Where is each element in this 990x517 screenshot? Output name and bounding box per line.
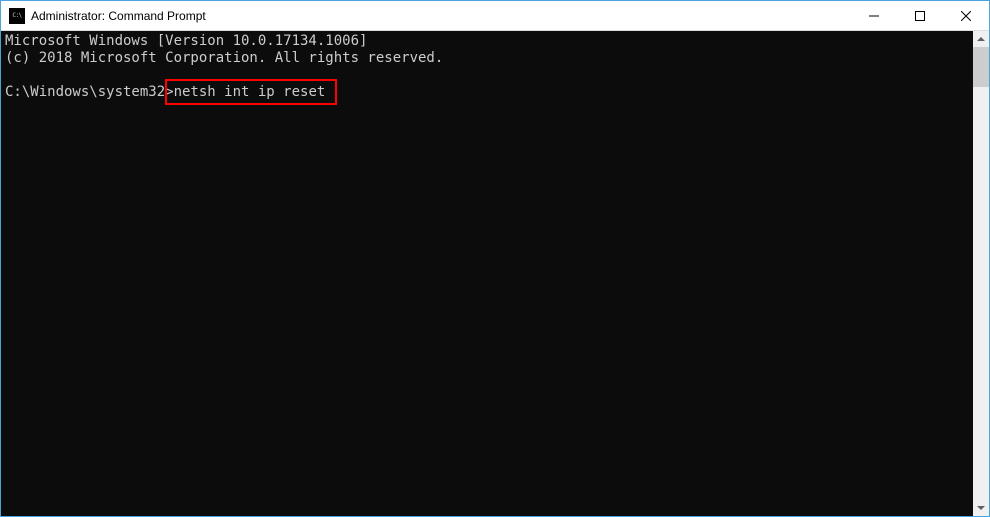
copyright-line: (c) 2018 Microsoft Corporation. All righ… (5, 50, 443, 66)
vertical-scrollbar[interactable] (973, 31, 989, 516)
maximize-button[interactable] (897, 1, 943, 30)
minimize-icon (869, 11, 879, 21)
maximize-icon (915, 11, 925, 21)
console-output[interactable]: Microsoft Windows [Version 10.0.17134.10… (1, 31, 973, 516)
version-line: Microsoft Windows [Version 10.0.17134.10… (5, 33, 367, 49)
minimize-button[interactable] (851, 1, 897, 30)
scroll-thumb[interactable] (973, 47, 989, 87)
chevron-down-icon (977, 506, 985, 510)
typed-command: netsh int ip reset (174, 84, 326, 100)
window-title: Administrator: Command Prompt (31, 9, 851, 23)
window-controls (851, 1, 989, 30)
chevron-up-icon (977, 37, 985, 41)
scroll-up-arrow[interactable] (973, 31, 989, 47)
titlebar[interactable]: Administrator: Command Prompt (1, 1, 989, 31)
prompt-path: C:\Windows\system32> (5, 84, 174, 100)
command-prompt-window: Administrator: Command Prompt Microsoft … (0, 0, 990, 517)
app-icon (9, 8, 25, 24)
scroll-down-arrow[interactable] (973, 500, 989, 516)
close-icon (961, 11, 971, 21)
close-button[interactable] (943, 1, 989, 30)
console-container: Microsoft Windows [Version 10.0.17134.10… (1, 31, 989, 516)
